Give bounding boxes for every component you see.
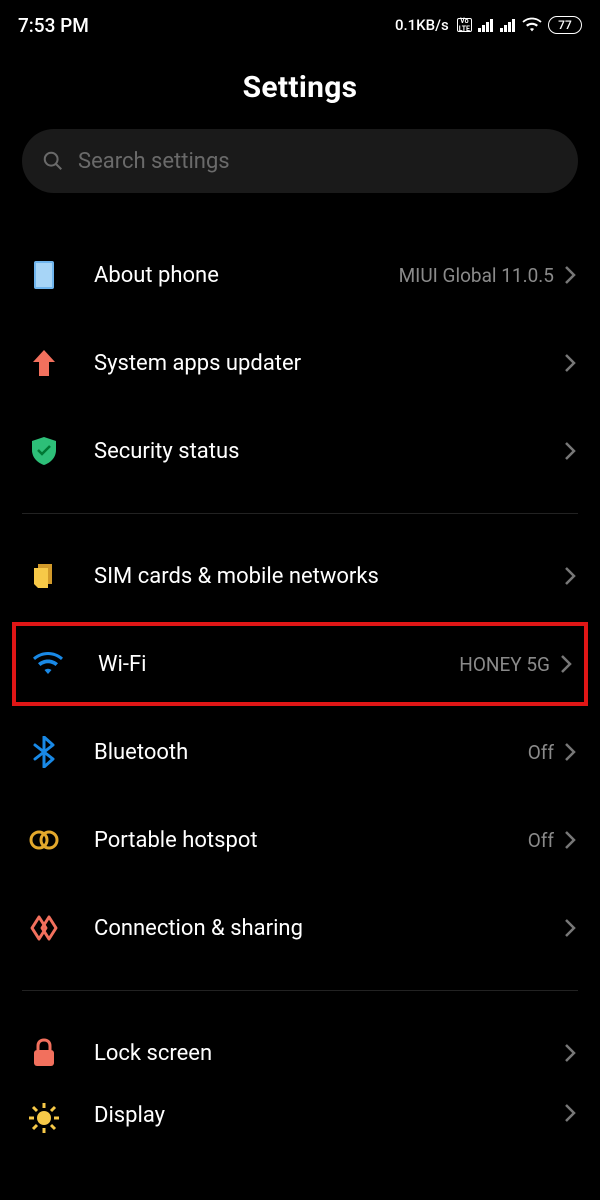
row-label: About phone bbox=[94, 263, 399, 288]
row-value: Off bbox=[528, 829, 554, 852]
row-label: Display bbox=[94, 1103, 564, 1128]
chevron-right-icon bbox=[564, 566, 576, 586]
signal-icon-2 bbox=[500, 18, 516, 32]
row-value: MIUI Global 11.0.5 bbox=[399, 264, 554, 287]
chevron-right-icon bbox=[564, 265, 576, 285]
connection-sharing-icon bbox=[24, 914, 64, 942]
chevron-right-icon bbox=[564, 830, 576, 850]
row-label: Lock screen bbox=[94, 1041, 564, 1066]
battery-icon: 77 bbox=[548, 16, 582, 34]
row-label: Portable hotspot bbox=[94, 828, 528, 853]
lock-icon bbox=[24, 1038, 64, 1068]
row-security-status[interactable]: Security status bbox=[0, 407, 600, 495]
row-label: System apps updater bbox=[94, 351, 564, 376]
row-connection-sharing[interactable]: Connection & sharing bbox=[0, 884, 600, 972]
chevron-right-icon bbox=[560, 654, 572, 674]
settings-list: About phone MIUI Global 11.0.5 System ap… bbox=[0, 231, 600, 1147]
wifi-icon bbox=[28, 652, 68, 676]
row-label: Wi-Fi bbox=[98, 652, 459, 677]
row-value: Off bbox=[528, 741, 554, 764]
chevron-right-icon bbox=[564, 918, 576, 938]
row-display[interactable]: Display bbox=[0, 1097, 600, 1147]
row-label: Connection & sharing bbox=[94, 916, 564, 941]
brightness-icon bbox=[24, 1103, 64, 1133]
search-input[interactable]: Search settings bbox=[22, 129, 578, 193]
shield-check-icon bbox=[24, 436, 64, 466]
chevron-right-icon bbox=[564, 353, 576, 373]
hotspot-icon bbox=[24, 828, 64, 852]
row-lock-screen[interactable]: Lock screen bbox=[0, 1009, 600, 1097]
status-bar: 7:53 PM 0.1KB/s VoLTE 77 bbox=[0, 0, 600, 44]
phone-icon bbox=[24, 260, 64, 290]
bluetooth-icon bbox=[24, 736, 64, 768]
chevron-right-icon bbox=[564, 742, 576, 762]
status-right: 0.1KB/s VoLTE 77 bbox=[395, 16, 582, 34]
row-system-updater[interactable]: System apps updater bbox=[0, 319, 600, 407]
row-about-phone[interactable]: About phone MIUI Global 11.0.5 bbox=[0, 231, 600, 319]
row-label: SIM cards & mobile networks bbox=[94, 564, 564, 589]
search-placeholder: Search settings bbox=[78, 149, 230, 174]
sim-card-icon bbox=[24, 561, 64, 591]
network-speed: 0.1KB/s bbox=[395, 16, 449, 34]
search-icon bbox=[42, 150, 64, 172]
divider bbox=[22, 513, 578, 514]
chevron-right-icon bbox=[564, 1103, 576, 1123]
divider bbox=[22, 990, 578, 991]
battery-percent: 77 bbox=[548, 16, 582, 34]
row-hotspot[interactable]: Portable hotspot Off bbox=[0, 796, 600, 884]
row-bluetooth[interactable]: Bluetooth Off bbox=[0, 708, 600, 796]
page-title: Settings bbox=[0, 70, 600, 105]
status-time: 7:53 PM bbox=[18, 14, 89, 37]
volte-icon: VoLTE bbox=[457, 18, 472, 32]
chevron-right-icon bbox=[564, 1043, 576, 1063]
row-wifi[interactable]: Wi-Fi HONEY 5G bbox=[12, 622, 588, 706]
wifi-status-icon bbox=[522, 17, 542, 33]
row-value: HONEY 5G bbox=[459, 653, 550, 676]
row-label: Security status bbox=[94, 439, 564, 464]
row-label: Bluetooth bbox=[94, 740, 528, 765]
chevron-right-icon bbox=[564, 441, 576, 461]
signal-icon-1 bbox=[478, 18, 494, 32]
row-sim-cards[interactable]: SIM cards & mobile networks bbox=[0, 532, 600, 620]
arrow-up-icon bbox=[24, 348, 64, 378]
